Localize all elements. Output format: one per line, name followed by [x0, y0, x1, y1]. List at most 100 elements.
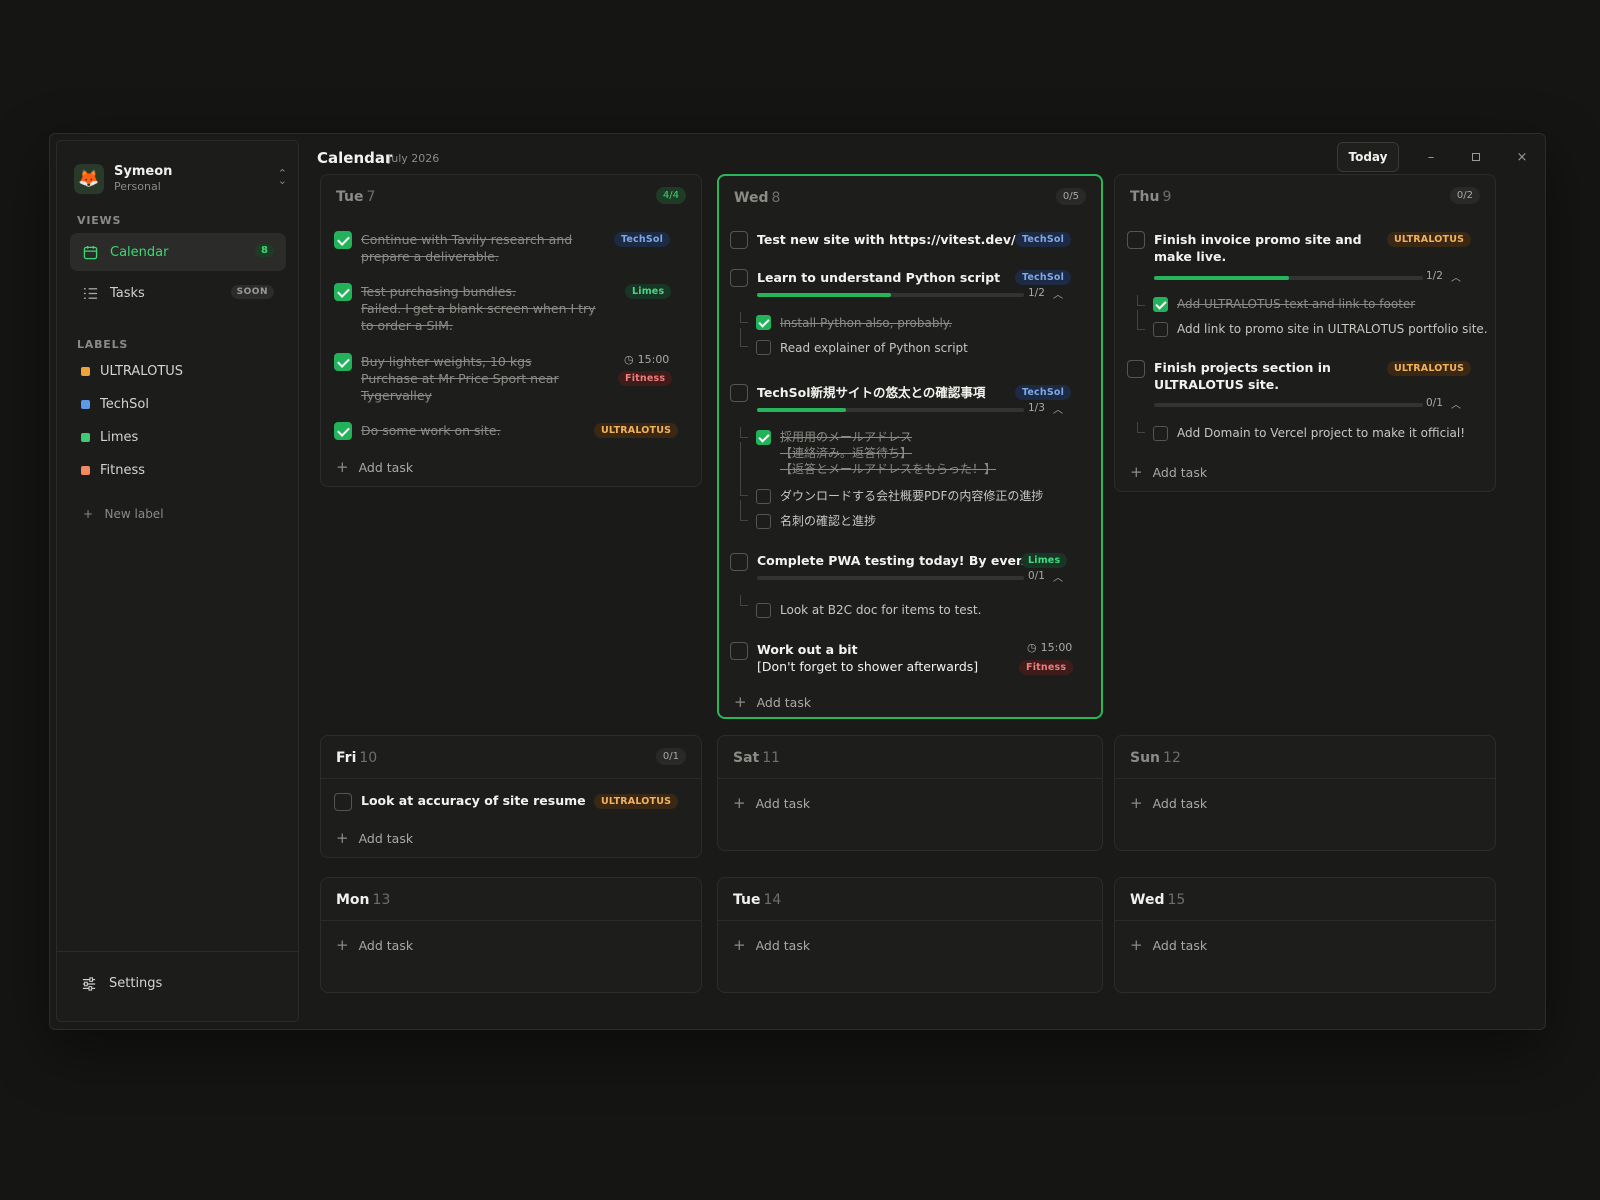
divider	[1115, 778, 1495, 779]
sidebar-item-tasks[interactable]: Tasks SOON	[70, 274, 286, 312]
plus-icon: +	[336, 936, 349, 954]
clock-icon: ◷	[1027, 641, 1037, 654]
subtask-title[interactable]: Add link to promo site in ULTRALOTUS por…	[1177, 321, 1488, 338]
subtask-title[interactable]: 採用用のメールアドレス	[780, 429, 912, 446]
task-title[interactable]: Complete PWA testing today! By evening.	[757, 552, 1052, 569]
task-title[interactable]: Continue with Tavily research and prepar…	[361, 231, 616, 265]
add-task-button[interactable]: + Add task	[336, 458, 413, 476]
day-card-wed-8: Wed 8 0/5 Test new site with https://vite…	[717, 174, 1103, 719]
label-tag: ULTRALOTUS	[594, 794, 679, 809]
task-checkbox[interactable]	[334, 422, 352, 440]
subtask-title[interactable]: Add ULTRALOTUS text and link to footer	[1177, 296, 1415, 313]
sidebar-item-label: Calendar	[110, 244, 169, 260]
task-checkbox[interactable]	[334, 231, 352, 249]
day-progress-badge: 0/1	[655, 748, 686, 765]
add-task-button[interactable]: + Add task	[734, 693, 811, 711]
label-tag: TechSol	[614, 232, 671, 247]
subtask-checkbox[interactable]	[1153, 297, 1168, 312]
day-card-mon-13: Mon 13 + Add task	[320, 877, 702, 993]
task-title[interactable]: Finish invoice promo site and make live.	[1154, 231, 1379, 265]
task-time: ◷ 15:00	[624, 353, 670, 366]
add-task-button[interactable]: + Add task	[733, 794, 810, 812]
label-ultralotus[interactable]: ULTRALOTUS	[81, 364, 183, 379]
task-title[interactable]: Do some work on site.	[361, 422, 501, 439]
task-title[interactable]: Work out a bit	[757, 641, 858, 658]
task-checkbox[interactable]	[1127, 360, 1145, 378]
subtask-checkbox[interactable]	[756, 430, 771, 445]
task-checkbox[interactable]	[730, 384, 748, 402]
plus-icon: +	[733, 936, 746, 954]
account-name: Symeon	[114, 164, 173, 179]
task-checkbox[interactable]	[334, 353, 352, 371]
add-task-button[interactable]: + Add task	[1130, 463, 1207, 481]
task-checkbox[interactable]	[1127, 231, 1145, 249]
sliders-icon	[82, 976, 96, 991]
subtask-checkbox[interactable]	[756, 489, 771, 504]
subtask-title[interactable]: Read explainer of Python script	[780, 340, 968, 357]
chevron-up-icon[interactable]: ︿	[1053, 286, 1063, 301]
day-title: Wed 8	[734, 190, 781, 206]
month-label: July 2026	[388, 152, 440, 165]
subtask-title[interactable]: 名刺の確認と進捗	[780, 513, 876, 530]
maximize-icon[interactable]	[1466, 147, 1486, 167]
label-color-dot	[81, 433, 90, 442]
subtask-title[interactable]: Add Domain to Vercel project to make it …	[1177, 425, 1465, 442]
plus-icon: +	[1130, 794, 1143, 812]
label-techsol[interactable]: TechSol	[81, 397, 149, 412]
label-fitness[interactable]: Fitness	[81, 463, 145, 478]
task-title[interactable]: Finish projects section in ULTRALOTUS si…	[1154, 359, 1394, 393]
task-checkbox[interactable]	[730, 231, 748, 249]
tree-connector	[1137, 310, 1145, 330]
chevron-up-icon[interactable]: ︿	[1053, 401, 1063, 416]
label-tag: ULTRALOTUS	[1387, 232, 1472, 247]
task-checkbox[interactable]	[334, 793, 352, 811]
subtask-title[interactable]: Install Python also, probably.	[780, 315, 952, 332]
add-task-button[interactable]: + Add task	[1130, 794, 1207, 812]
chevron-up-icon[interactable]: ︿	[1451, 269, 1461, 284]
chevron-up-icon[interactable]: ︿	[1053, 569, 1063, 584]
subtask-checkbox[interactable]	[1153, 322, 1168, 337]
minimize-icon[interactable]: –	[1421, 147, 1441, 167]
subtask-checkbox[interactable]	[756, 315, 771, 330]
subtask-checkbox[interactable]	[756, 514, 771, 529]
day-card-fri-10: Fri 10 0/1 Look at accuracy of site resum…	[320, 735, 702, 858]
add-task-button[interactable]: + Add task	[336, 829, 413, 847]
day-title: Sat 11	[733, 750, 781, 766]
day-title: Mon 13	[336, 892, 391, 908]
day-progress-badge: 0/2	[1449, 187, 1480, 204]
task-title[interactable]: Test purchasing bundles.	[361, 283, 516, 300]
label-tag: ULTRALOTUS	[1387, 361, 1472, 376]
add-task-button[interactable]: + Add task	[733, 936, 810, 954]
label-color-dot	[81, 367, 90, 376]
task-title[interactable]: Learn to understand Python script	[757, 269, 1000, 286]
settings-label: Settings	[109, 976, 163, 991]
settings-button[interactable]: Settings	[82, 976, 162, 991]
task-title[interactable]: Look at accuracy of site resume	[361, 792, 586, 809]
today-button[interactable]: Today	[1337, 142, 1399, 172]
subtask-checkbox[interactable]	[1153, 426, 1168, 441]
subtask-checkbox[interactable]	[756, 603, 771, 618]
task-title[interactable]: TechSol新規サイトの悠太との確認事項	[757, 384, 985, 401]
sidebar-item-calendar[interactable]: Calendar 8	[70, 233, 286, 271]
task-title[interactable]: Test new site with https://vitest.dev/	[757, 231, 1016, 248]
clock-icon: ◷	[624, 353, 634, 366]
task-checkbox[interactable]	[334, 283, 352, 301]
task-checkbox[interactable]	[730, 642, 748, 660]
new-label-button[interactable]: + New label	[83, 507, 164, 521]
label-name: TechSol	[100, 397, 149, 412]
subtask-title[interactable]: ダウンロードする会社概要PDFの内容修正の進捗	[780, 488, 1043, 505]
label-name: Limes	[100, 430, 139, 445]
account-switcher[interactable]: 🦊 Symeon Personal ⌃ ⌄	[74, 162, 287, 196]
add-task-button[interactable]: + Add task	[336, 936, 413, 954]
task-checkbox[interactable]	[730, 269, 748, 287]
add-task-button[interactable]: + Add task	[1130, 936, 1207, 954]
label-limes[interactable]: Limes	[81, 430, 138, 445]
task-title[interactable]: Buy lighter weights, 10 kgs	[361, 353, 532, 370]
subtask-title[interactable]: Look at B2C doc for items to test.	[780, 602, 981, 619]
chevron-up-icon[interactable]: ︿	[1451, 396, 1461, 411]
close-icon[interactable]: ×	[1512, 147, 1532, 167]
label-tag: Limes	[1021, 553, 1068, 568]
task-checkbox[interactable]	[730, 553, 748, 571]
soon-badge: SOON	[230, 285, 274, 299]
subtask-checkbox[interactable]	[756, 340, 771, 355]
